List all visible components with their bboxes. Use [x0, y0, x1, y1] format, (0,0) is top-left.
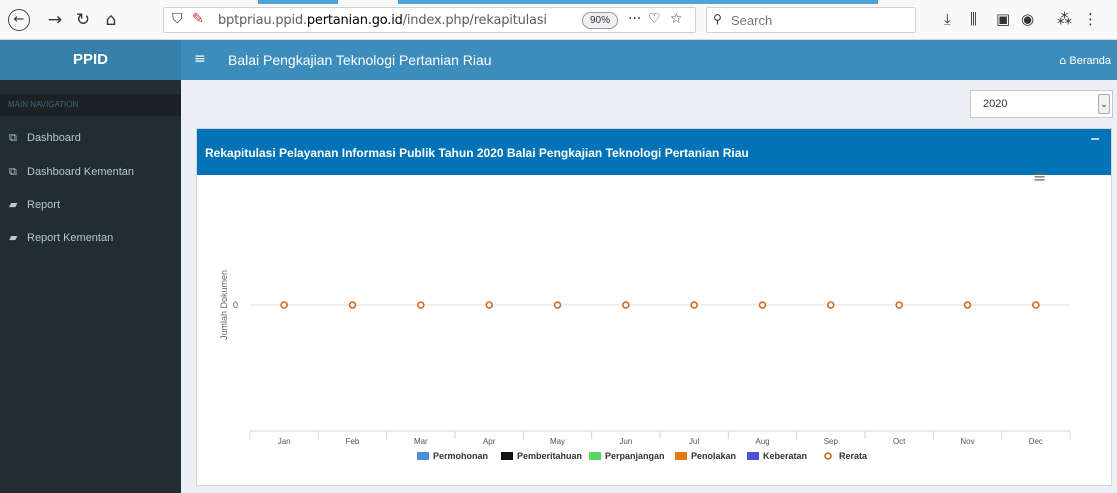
insecure-lock-icon[interactable]: ✎ [192, 11, 204, 27]
rerata-point [690, 301, 698, 309]
bookmark-star-icon[interactable]: ☆ [670, 11, 683, 27]
book-icon: ▰ [9, 231, 18, 244]
legend-marker [824, 452, 832, 460]
reload-icon[interactable]: ↻ [72, 9, 94, 31]
rerata-point [280, 301, 288, 309]
rerata-point [553, 301, 562, 309]
sidebar-item-dashboard[interactable]: ⧉ Dashboard [0, 128, 181, 148]
rerata-point [622, 301, 630, 309]
shield-icon[interactable]: ⛉ [172, 11, 183, 27]
hamburger-icon[interactable]: ≡ [194, 51, 206, 67]
rerata-point [758, 301, 767, 309]
dashboard-icon: ⧉ [9, 165, 17, 178]
extensions-icon[interactable]: ⁂ [1057, 10, 1072, 28]
sidebar-item-label: Report [27, 199, 61, 211]
rerata-point [963, 301, 972, 309]
sidebar: MAIN NAVIGATION ⧉ Dashboard ⧉ Dashboard … [0, 80, 181, 493]
rerata-point [895, 301, 903, 309]
legend-label: Pemberitahuan [517, 451, 582, 461]
x-tick-label: Feb [346, 437, 360, 446]
year-select[interactable]: 2020 ⌄ [970, 90, 1113, 118]
tab-indicator [258, 0, 338, 4]
x-tick-label: Nov [960, 437, 974, 446]
y-axis-label: Jumlah Dokumen [219, 270, 229, 340]
sidebar-toggle-icon[interactable]: ▣ [996, 10, 1010, 28]
sidebar-item-label: Dashboard [27, 132, 81, 144]
tab-indicator [398, 0, 878, 4]
legend-swatch [675, 452, 687, 460]
x-tick-label: Mar [414, 437, 428, 446]
home-link[interactable]: ⌂ Beranda [1059, 54, 1111, 67]
address-bar[interactable]: ⛉ ✎ bptpriau.ppid.pertanian.go.id/index.… [163, 7, 696, 33]
x-tick-label: Jan [278, 437, 291, 446]
x-tick-label: Apr [483, 437, 496, 446]
url-text[interactable]: bptpriau.ppid.pertanian.go.id/index.php/… [218, 13, 547, 28]
rerata-point [485, 301, 493, 309]
zoom-level[interactable]: 90% [582, 12, 618, 29]
x-tick-label: Jun [619, 437, 632, 446]
chevron-down-icon[interactable]: ⌄ [1098, 94, 1110, 114]
x-tick-label: Aug [755, 437, 769, 446]
legend-label: Penolakan [691, 451, 736, 461]
downloads-icon[interactable]: ⤓ [944, 10, 951, 28]
page-title: Balai Pengkajian Teknologi Pertanian Ria… [228, 52, 492, 68]
page-actions-icon[interactable]: ··· [628, 11, 641, 27]
collapse-icon[interactable] [1091, 138, 1099, 140]
x-tick-label: Oct [893, 437, 906, 446]
legend-swatch [589, 452, 601, 460]
search-placeholder: Search [731, 13, 773, 28]
sidebar-item-dashboard-kementan[interactable]: ⧉ Dashboard Kementan [0, 162, 181, 182]
rerata-point [1032, 301, 1040, 309]
nav-header: MAIN NAVIGATION [0, 94, 181, 116]
sidebar-item-label: Dashboard Kementan [27, 166, 135, 178]
dashboard-icon: ⧉ [9, 131, 17, 144]
sidebar-item-report-kementan[interactable]: ▰ Report Kementan [0, 228, 181, 248]
box-title: Rekapitulasi Pelayanan Informasi Publik … [205, 146, 749, 160]
legend-swatch [501, 452, 513, 460]
app-logo[interactable]: PPID [0, 40, 181, 80]
x-tick-label: May [550, 437, 565, 446]
home-icon[interactable]: ⌂ [100, 9, 122, 31]
pocket-icon[interactable]: ♡ [648, 11, 661, 27]
y-tick-label: 0 [233, 300, 238, 310]
chart-box: Rekapitulasi Pelayanan Informasi Publik … [196, 128, 1112, 486]
sidebar-item-label: Report Kementan [27, 232, 114, 244]
legend-label: Keberatan [763, 451, 807, 461]
rerata-point [827, 301, 835, 309]
forward-button-icon[interactable]: → [44, 9, 66, 31]
box-header: Rekapitulasi Pelayanan Informasi Publik … [197, 129, 1111, 175]
legend-label: Permohonan [433, 451, 488, 461]
legend-label: Perpanjangan [605, 451, 665, 461]
search-input[interactable]: ⚲ Search [706, 7, 916, 33]
home-link-label: Beranda [1069, 55, 1111, 67]
overflow-menu-icon[interactable]: ⋮ [1083, 10, 1098, 28]
year-selected-value: 2020 [983, 98, 1008, 110]
legend-swatch [417, 452, 429, 460]
legend-swatch [747, 452, 759, 460]
rerata-point [417, 301, 425, 309]
account-icon[interactable]: ◉ [1021, 10, 1034, 28]
home-icon: ⌂ [1059, 54, 1067, 67]
x-tick-label: Sep [824, 437, 839, 446]
chart-canvas: Jumlah Dokumen 0 Jan Feb Mar Apr May Jun Jul Aug S… [219, 270, 1071, 461]
rerata-point [348, 301, 357, 309]
search-icon: ⚲ [713, 12, 722, 26]
book-icon: ▰ [9, 198, 18, 211]
x-tick-label: Dec [1029, 437, 1043, 446]
browser-toolbar: ← → ↻ ⌂ ⛉ ✎ bptpriau.ppid.pertanian.go.i… [0, 0, 1117, 40]
legend-label: Rerata [839, 451, 868, 461]
x-tick-label: Jul [689, 437, 699, 446]
library-icon[interactable]: ⫼ [970, 10, 977, 28]
sidebar-item-report[interactable]: ▰ Report [0, 195, 181, 215]
back-button-icon[interactable]: ← [8, 9, 30, 31]
app-header: PPID ≡ Balai Pengkajian Teknologi Pertan… [0, 40, 1117, 80]
